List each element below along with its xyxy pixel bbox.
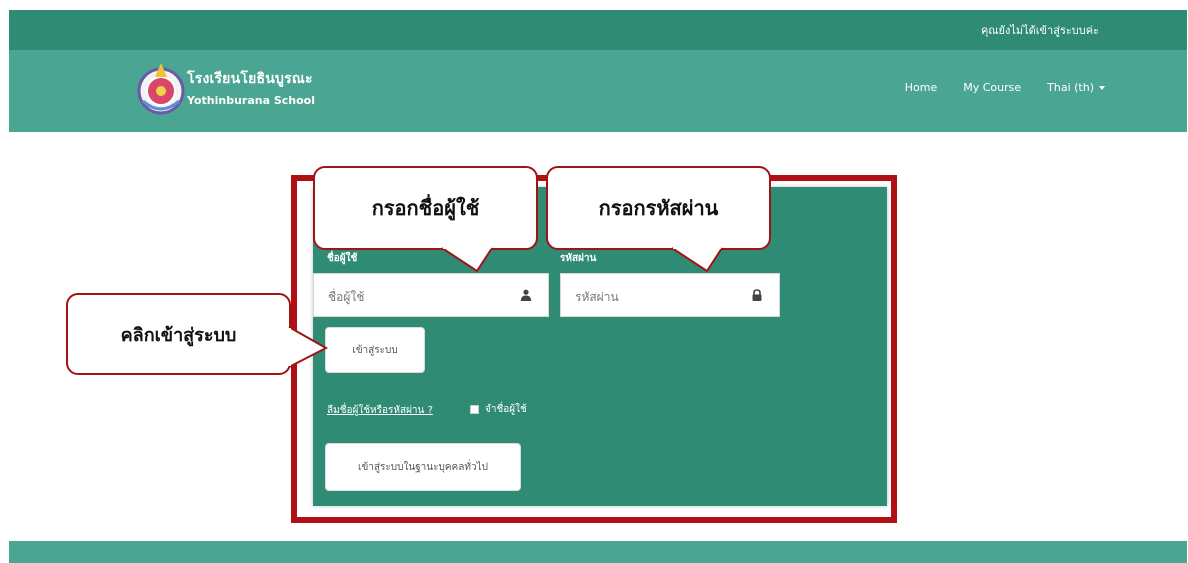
top-bar: คุณยังไม่ได้เข้าสู่ระบบค่ะ (9, 10, 1187, 50)
password-placeholder: รหัสผ่าน (575, 290, 619, 304)
username-label: ชื่อผู้ใช้ (327, 253, 358, 264)
nav-links: Home My Course Thai (th) (905, 81, 1105, 94)
nav-my-course-link[interactable]: My Course (963, 81, 1021, 94)
username-placeholder: ชื่อผู้ใช้ (328, 290, 365, 304)
callout-password: กรอกรหัสผ่าน (546, 166, 771, 250)
login-button[interactable]: เข้าสู่ระบบ (325, 327, 425, 373)
remember-username-checkbox[interactable] (470, 405, 479, 414)
brand-name-thai: โรงเรียนโยธินบูรณะ (187, 71, 313, 87)
callout-password-text: กรอกรหัสผ่าน (598, 196, 719, 220)
footer-bar (9, 541, 1187, 563)
login-status-text: คุณยังไม่ได้เข้าสู่ระบบค่ะ (980, 24, 1099, 37)
callout-username-text: กรอกชื่อผู้ใช้ (371, 196, 480, 220)
page: คุณยังไม่ได้เข้าสู่ระบบค่ะ โรงเรียนโยธิน… (0, 0, 1188, 563)
school-logo-icon[interactable] (129, 57, 193, 121)
remember-username[interactable]: จำชื่อผู้ใช้ (470, 402, 527, 417)
lock-icon (752, 289, 762, 301)
password-label: รหัสผ่าน (560, 253, 597, 264)
callout-login-tail (288, 326, 329, 368)
language-label: Thai (th) (1047, 81, 1094, 94)
password-field[interactable]: รหัสผ่าน (560, 273, 780, 317)
forgot-credentials-link[interactable]: ลืมชื่อผู้ใช้หรือรหัสผ่าน ? (327, 403, 433, 418)
callout-login-text: คลิกเข้าสู่ระบบ (120, 324, 237, 346)
callout-password-tail (671, 247, 723, 273)
callout-username-tail (441, 247, 493, 273)
callout-username: กรอกชื่อผู้ใช้ (313, 166, 538, 250)
brand-name-english: Yothinburana School (187, 94, 315, 107)
remember-username-label: จำชื่อผู้ใช้ (485, 404, 527, 415)
guest-login-button[interactable]: เข้าสู่ระบบในฐานะบุคคลทั่วไป (325, 443, 521, 491)
nav-home-link[interactable]: Home (905, 81, 937, 94)
navbar: โรงเรียนโยธินบูรณะ Yothinburana School H… (9, 50, 1187, 132)
callout-login: คลิกเข้าสู่ระบบ (66, 293, 291, 375)
caret-down-icon (1099, 86, 1105, 90)
username-field[interactable]: ชื่อผู้ใช้ (313, 273, 549, 317)
user-icon (520, 289, 532, 301)
brand[interactable]: โรงเรียนโยธินบูรณะ Yothinburana School (187, 68, 315, 107)
language-menu[interactable]: Thai (th) (1047, 81, 1105, 94)
